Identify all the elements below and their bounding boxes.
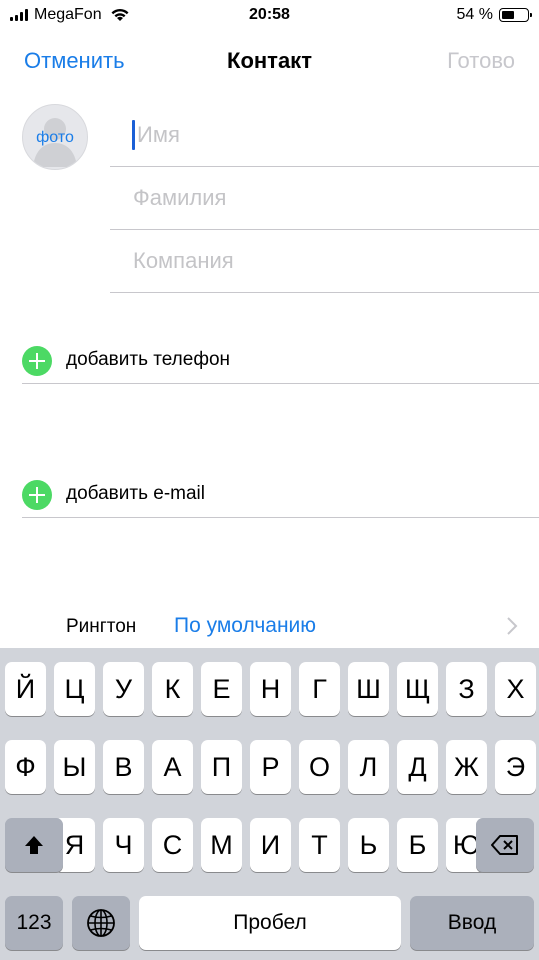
space-key[interactable]: Пробел: [139, 896, 401, 950]
first-name-placeholder: Имя: [137, 122, 180, 147]
globe-key[interactable]: [72, 896, 130, 950]
backspace-icon: [491, 835, 518, 855]
battery-percent: 54 %: [456, 6, 493, 23]
last-name-placeholder: Фамилия: [133, 185, 227, 210]
last-name-field[interactable]: Фамилия: [110, 167, 539, 230]
ringtone-label: Рингтон: [66, 616, 137, 637]
add-icon: [22, 480, 52, 510]
key[interactable]: Р: [250, 740, 291, 794]
return-key[interactable]: Ввод: [410, 896, 534, 950]
delete-key[interactable]: [476, 818, 534, 872]
add-email-row[interactable]: добавить e-mail: [22, 470, 539, 518]
text-cursor: [132, 120, 135, 150]
keyboard: ЙЦУКЕНГШЩЗХ ФЫВАПРОЛДЖЭ ЯЧСМИТЬБЮ 123 Пр…: [0, 648, 539, 960]
key[interactable]: Ы: [54, 740, 95, 794]
key[interactable]: У: [103, 662, 144, 716]
key[interactable]: Ф: [5, 740, 46, 794]
key[interactable]: Л: [348, 740, 389, 794]
key[interactable]: Ч: [103, 818, 144, 872]
key[interactable]: Н: [250, 662, 291, 716]
first-name-field[interactable]: Имя: [110, 104, 539, 167]
ringtone-row[interactable]: Рингтон По умолчанию: [0, 610, 539, 646]
key[interactable]: Е: [201, 662, 242, 716]
key[interactable]: П: [201, 740, 242, 794]
key[interactable]: С: [152, 818, 193, 872]
shift-icon: [25, 836, 43, 854]
key[interactable]: К: [152, 662, 193, 716]
key[interactable]: Т: [299, 818, 340, 872]
battery-area: 54 %: [456, 6, 532, 24]
key[interactable]: Х: [495, 662, 536, 716]
key[interactable]: Б: [397, 818, 438, 872]
battery-icon: [499, 8, 532, 22]
globe-icon: [87, 909, 115, 937]
add-email-label: добавить e-mail: [66, 483, 205, 504]
key[interactable]: Ж: [446, 740, 487, 794]
key[interactable]: А: [152, 740, 193, 794]
key[interactable]: Д: [397, 740, 438, 794]
add-icon: [22, 346, 52, 376]
navigation-bar: Отменить Контакт Готово: [0, 44, 539, 80]
key[interactable]: Г: [299, 662, 340, 716]
key[interactable]: О: [299, 740, 340, 794]
key[interactable]: Ц: [54, 662, 95, 716]
key[interactable]: Й: [5, 662, 46, 716]
add-phone-row[interactable]: добавить телефон: [22, 336, 539, 384]
key[interactable]: З: [446, 662, 487, 716]
key[interactable]: Щ: [397, 662, 438, 716]
key[interactable]: Э: [495, 740, 536, 794]
company-placeholder: Компания: [133, 248, 234, 273]
add-phone-label: добавить телефон: [66, 349, 231, 370]
key[interactable]: Ш: [348, 662, 389, 716]
status-bar: MegaFon 20:58 54 %: [0, 0, 539, 32]
key[interactable]: В: [103, 740, 144, 794]
key[interactable]: И: [250, 818, 291, 872]
chevron-right-icon: [507, 617, 518, 635]
done-button[interactable]: Готово: [447, 48, 515, 74]
photo-label: фото: [36, 129, 74, 146]
key[interactable]: Ь: [348, 818, 389, 872]
company-field[interactable]: Компания: [110, 230, 539, 293]
ringtone-value: По умолчанию: [174, 614, 317, 637]
numbers-key[interactable]: 123: [5, 896, 63, 950]
shift-key[interactable]: [5, 818, 63, 872]
add-photo-button[interactable]: фото: [22, 104, 88, 170]
key[interactable]: М: [201, 818, 242, 872]
